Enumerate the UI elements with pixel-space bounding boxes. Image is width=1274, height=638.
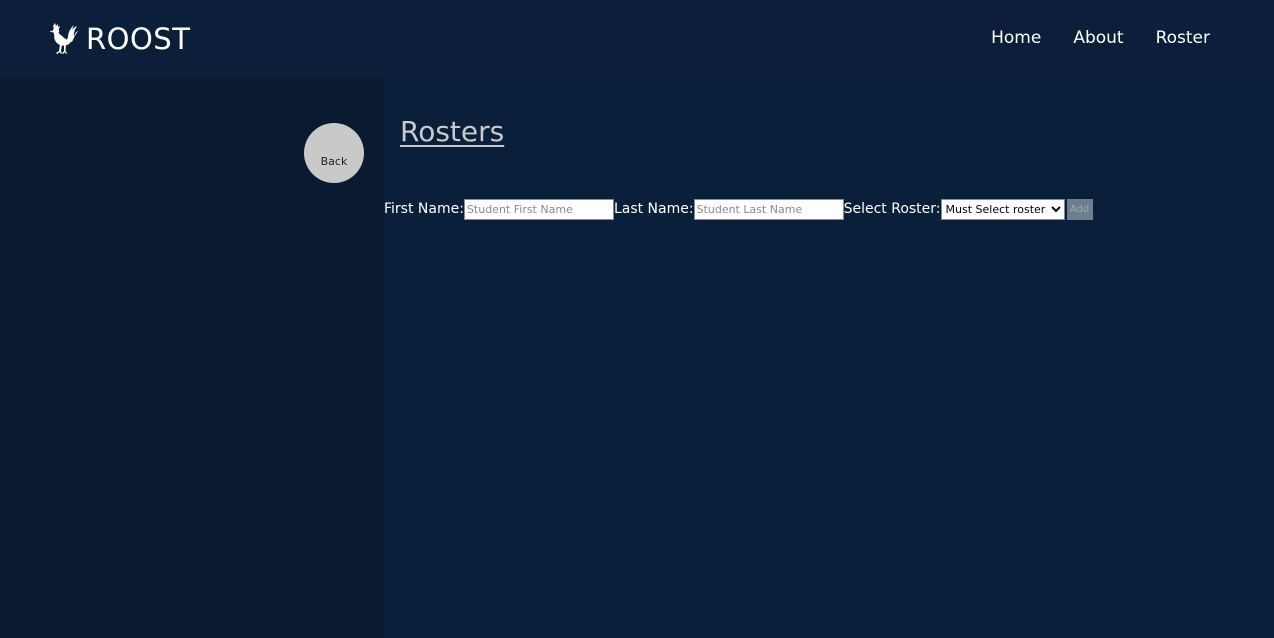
main-nav: Home About Roster (991, 24, 1210, 52)
nav-about-link[interactable]: About (1073, 24, 1123, 52)
add-student-form: First Name: Last Name: Select Roster: Mu… (384, 198, 1093, 220)
last-name-input[interactable] (693, 198, 844, 220)
brand-logo[interactable]: ROOST (48, 19, 190, 59)
select-roster-label: Select Roster: (843, 201, 941, 217)
rooster-icon (48, 23, 78, 55)
page-title: Rosters (400, 115, 505, 148)
page: ROOST Home About Roster Back Rosters Fir… (0, 0, 1274, 638)
brand-name: ROOST (86, 22, 191, 56)
last-name-label: Last Name: (613, 201, 694, 217)
nav-home-link[interactable]: Home (991, 24, 1041, 52)
roster-select[interactable]: Must Select roster (940, 198, 1065, 220)
nav-roster-link[interactable]: Roster (1156, 24, 1210, 52)
top-navbar: ROOST Home About Roster (0, 0, 1274, 78)
first-name-label: First Name: (384, 201, 464, 217)
back-button[interactable]: Back (304, 123, 364, 183)
first-name-input[interactable] (463, 198, 614, 220)
add-button[interactable]: Add (1066, 198, 1093, 220)
